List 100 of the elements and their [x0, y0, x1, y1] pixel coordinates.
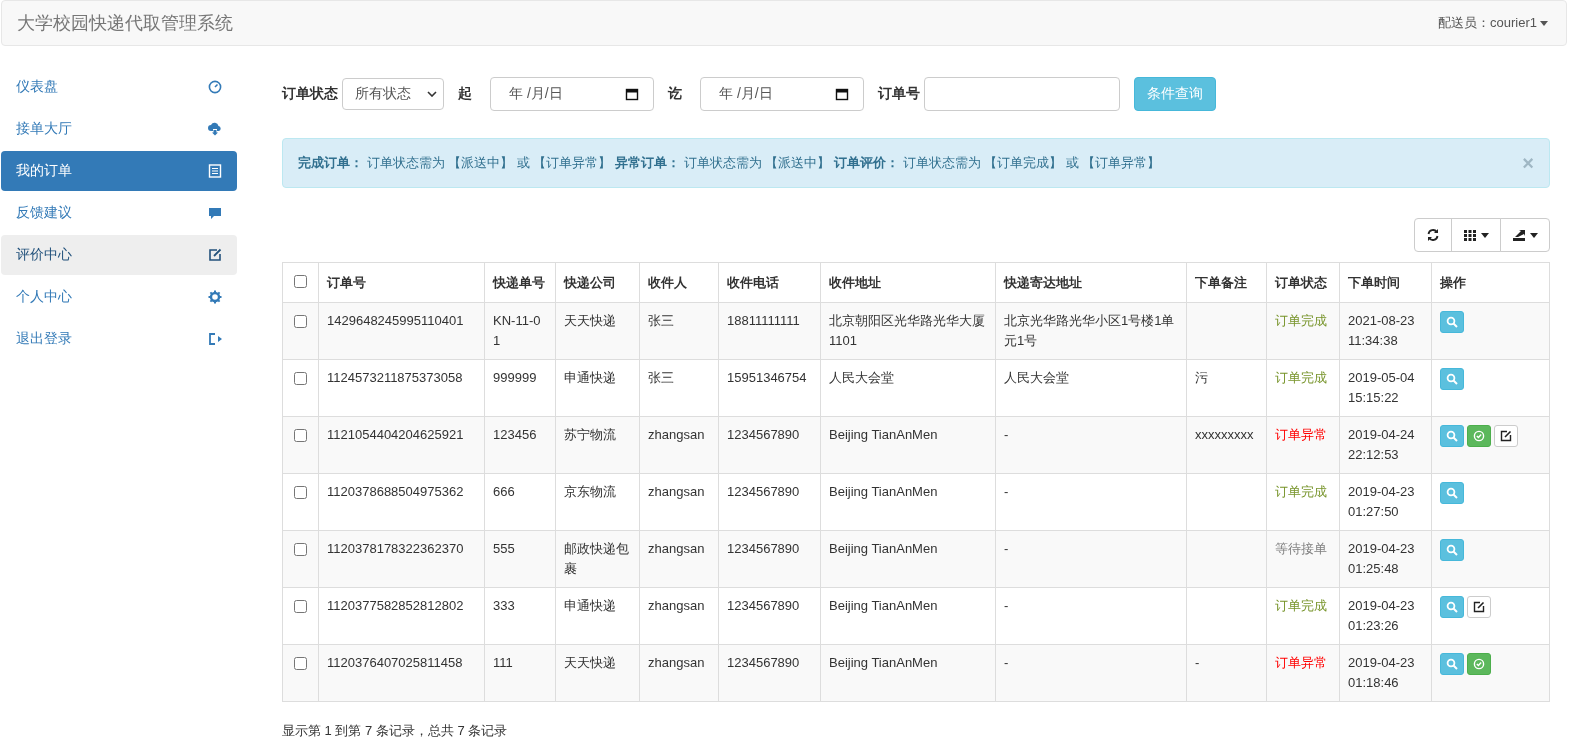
table-cell: 1120376407025811458 — [318, 644, 485, 702]
table-cell: 北京朝阳区光华路光华大厦1101 — [820, 302, 996, 360]
table-cell: 申通快递 — [555, 587, 640, 645]
table-cell: 555 — [484, 530, 556, 588]
sidebar-item[interactable]: 我的订单 — [1, 151, 237, 191]
view-button[interactable] — [1440, 368, 1464, 390]
sidebar-item[interactable]: 评价中心 — [1, 235, 237, 275]
settings-icon — [208, 290, 222, 304]
view-button[interactable] — [1440, 311, 1464, 333]
table-cell: 北京光华路光华小区1号楼1单元1号 — [995, 302, 1187, 360]
column-header: 收件地址 — [820, 262, 996, 303]
table-cell: 18811111111 — [718, 302, 821, 360]
app-title[interactable]: 大学校园快递代取管理系统 — [17, 11, 233, 35]
table-cell: 1234567890 — [718, 530, 821, 588]
row-checkbox[interactable] — [294, 486, 307, 499]
table-cell: 1234567890 — [718, 644, 821, 702]
table-cell: 999999 — [484, 359, 556, 417]
columns-button[interactable] — [1451, 218, 1501, 252]
complete-button[interactable] — [1467, 653, 1491, 675]
table-cell: 666 — [484, 473, 556, 531]
table-cell: - — [995, 416, 1187, 474]
row-checkbox[interactable] — [294, 315, 307, 328]
status-cell: 订单完成 — [1266, 587, 1340, 645]
search-icon — [1446, 658, 1458, 670]
search-icon — [1446, 601, 1458, 613]
status-select[interactable]: 所有状态 — [342, 78, 444, 110]
user-menu[interactable]: 配送员：courier1 — [1438, 14, 1548, 32]
table-cell: Beijing TianAnMen — [820, 416, 996, 474]
time-cell: 2019-05-04 15:15:22 — [1339, 359, 1432, 417]
pagination-info: 显示第 1 到第 7 条记录，总共 7 条记录 — [282, 722, 509, 740]
row-checkbox[interactable] — [294, 543, 307, 556]
table-cell: 张三 — [639, 302, 719, 360]
table-cell: - — [995, 473, 1187, 531]
table-cell: 1121054404204625921 — [318, 416, 485, 474]
view-button[interactable] — [1440, 425, 1464, 447]
refresh-icon — [1426, 228, 1440, 242]
column-header: 收件电话 — [718, 262, 821, 303]
column-header: 下单备注 — [1186, 262, 1267, 303]
table-cell: 123456 — [484, 416, 556, 474]
sidebar-item[interactable]: 接单大厅 — [1, 109, 237, 149]
edit-icon — [1473, 601, 1485, 613]
table-cell: zhangsan — [639, 587, 719, 645]
column-header: 下单时间 — [1339, 262, 1432, 303]
table-cell: 苏宁物流 — [555, 416, 640, 474]
cloud-download-icon — [208, 122, 222, 136]
column-header: 收件人 — [639, 262, 719, 303]
check-circle-icon — [1473, 430, 1485, 442]
table-cell: Beijing TianAnMen — [820, 587, 996, 645]
view-button[interactable] — [1440, 539, 1464, 561]
table-cell: 京东物流 — [555, 473, 640, 531]
edit-icon — [1500, 430, 1512, 442]
grid-icon — [1463, 228, 1477, 242]
comment-icon — [208, 206, 222, 220]
caret-icon — [1530, 232, 1538, 238]
list-icon — [208, 164, 222, 178]
view-button[interactable] — [1440, 482, 1464, 504]
date-field[interactable]: 年 /月/日 — [490, 77, 654, 111]
row-checkbox[interactable] — [294, 600, 307, 613]
time-cell: 2021-08-23 11:34:38 — [1339, 302, 1432, 360]
sidebar-item[interactable]: 退出登录 — [1, 319, 237, 359]
caret-icon — [1540, 20, 1548, 26]
search-icon — [1446, 544, 1458, 556]
order-number-field[interactable] — [924, 77, 1120, 111]
column-header: 快递单号 — [484, 262, 556, 303]
table-cell: zhangsan — [639, 530, 719, 588]
calendar-icon — [835, 87, 849, 101]
table-cell: - — [995, 530, 1187, 588]
sidebar-item[interactable]: 个人中心 — [1, 277, 237, 317]
export-button[interactable] — [1500, 218, 1550, 252]
status-cell: 订单异常 — [1266, 416, 1340, 474]
select-all-checkbox[interactable] — [294, 275, 307, 288]
logout-icon — [208, 332, 222, 346]
table-cell: 1234567890 — [718, 587, 821, 645]
row-checkbox[interactable] — [294, 429, 307, 442]
table-cell: 1234567890 — [718, 416, 821, 474]
table-cell: 人民大会堂 — [820, 359, 996, 417]
sidebar-item[interactable]: 仪表盘 — [1, 67, 237, 107]
to-label: 讫 — [668, 85, 682, 103]
column-header: 快递公司 — [555, 262, 640, 303]
table-cell: 申通快递 — [555, 359, 640, 417]
time-cell: 2019-04-23 01:25:48 — [1339, 530, 1432, 588]
rate-button[interactable] — [1467, 596, 1491, 618]
table-cell: 天天快递 — [555, 302, 640, 360]
table-cell: 张三 — [639, 359, 719, 417]
edit-icon — [208, 248, 222, 262]
rate-button[interactable] — [1494, 425, 1518, 447]
table-cell: 邮政快递包裹 — [555, 530, 640, 588]
refresh-button[interactable] — [1414, 218, 1452, 252]
table-cell: 15951346754 — [718, 359, 821, 417]
date-field[interactable]: 年 /月/日 — [700, 77, 864, 111]
chevron-icon — [427, 91, 437, 97]
table-cell: 人民大会堂 — [995, 359, 1187, 417]
view-button[interactable] — [1440, 653, 1464, 675]
sidebar-item[interactable]: 反馈建议 — [1, 193, 237, 233]
row-checkbox[interactable] — [294, 657, 307, 670]
status-cell: 订单完成 — [1266, 473, 1340, 531]
table-cell: Beijing TianAnMen — [820, 473, 996, 531]
row-checkbox[interactable] — [294, 372, 307, 385]
search-icon — [1446, 316, 1458, 328]
search-icon — [1446, 487, 1458, 499]
